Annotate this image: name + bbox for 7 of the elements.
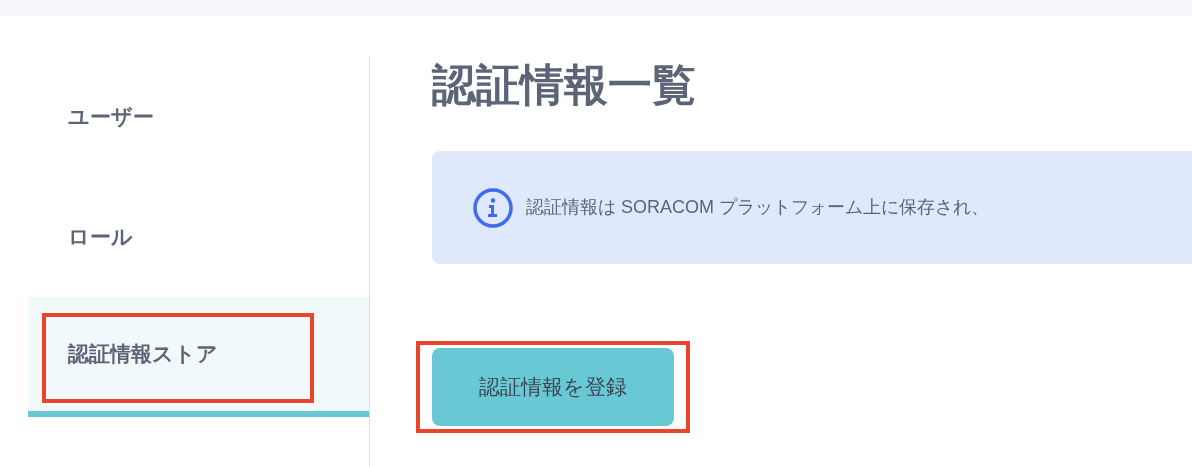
sidebar-item[interactable]: 認証情報ストア xyxy=(28,297,369,417)
info-text: 認証情報は SORACOM プラットフォーム上に保存され、 xyxy=(526,196,989,219)
sidebar-item[interactable]: ロール xyxy=(28,177,369,297)
info-icon xyxy=(472,186,514,229)
sidebar-item[interactable]: ユーザー xyxy=(28,57,369,177)
register-button[interactable]: 認証情報を登録 xyxy=(432,348,674,426)
page-title: 認証情報一覧 xyxy=(432,63,696,107)
